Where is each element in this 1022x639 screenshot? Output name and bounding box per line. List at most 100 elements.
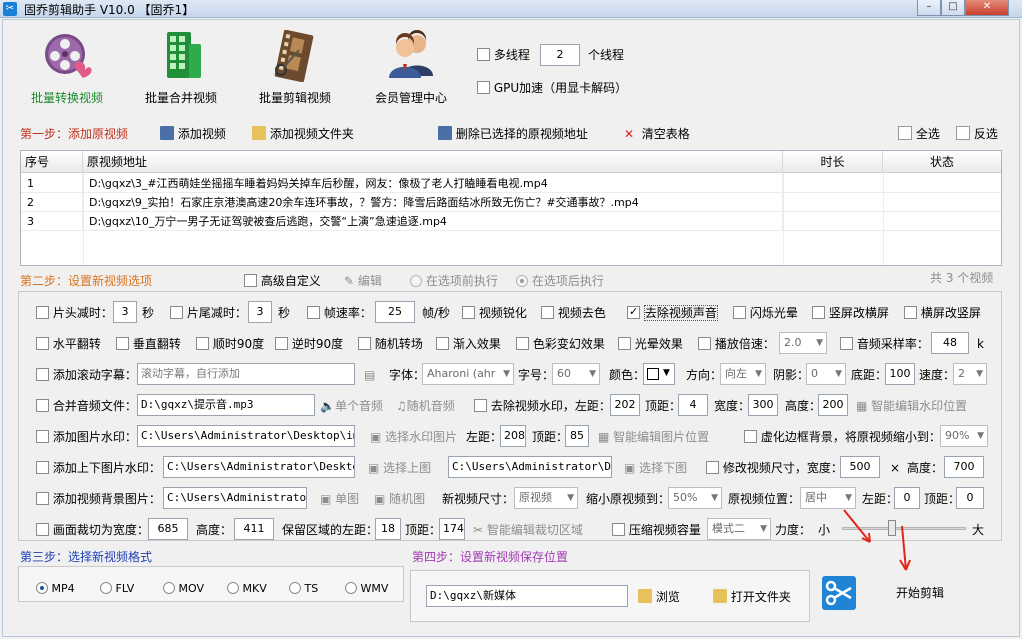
random-trans-checkbox[interactable]	[358, 337, 371, 350]
decolor-option[interactable]: 视频去色	[541, 305, 606, 321]
mute-option[interactable]: 去除视频声音	[627, 304, 718, 321]
resize-width-field[interactable]: 500	[840, 456, 880, 478]
edit-button[interactable]: ✎ 编辑	[344, 273, 382, 289]
sharpen-option[interactable]: 视频锐化	[462, 305, 527, 321]
format-option-ts[interactable]: TS	[289, 581, 318, 597]
ccw90-checkbox[interactable]	[275, 337, 288, 350]
format-option-mov[interactable]: MOV	[163, 581, 204, 597]
color-picker[interactable]: ▼	[643, 363, 675, 385]
wm-width-field[interactable]: 300	[748, 394, 778, 416]
scroll-sub-checkbox[interactable]	[36, 368, 49, 381]
size-select[interactable]: 60 ▼	[552, 363, 600, 385]
updown-wm-checkbox[interactable]	[36, 461, 49, 474]
blur-border-option[interactable]: 虚化边框背景，将原视频缩小到：	[744, 429, 941, 445]
video-table[interactable]: 序号 原视频地址 时长 状态 1 D:\gqxz\3_#江西萌娃坐摇摇车睡着妈妈…	[20, 150, 1002, 266]
color-fx-option[interactable]: 色彩变幻效果	[516, 336, 605, 352]
remove-wm-checkbox[interactable]	[474, 399, 487, 412]
decolor-checkbox[interactable]	[541, 306, 554, 319]
tail-cut-checkbox[interactable]	[170, 306, 183, 319]
cw90-checkbox[interactable]	[196, 337, 209, 350]
before-exec-option[interactable]: 在选项前执行	[410, 273, 498, 289]
resize-option[interactable]: 修改视频尺寸，宽度：	[706, 460, 843, 476]
advanced-checkbox[interactable]	[244, 274, 257, 287]
column-header-duration[interactable]: 时长	[783, 151, 883, 173]
compress-option[interactable]: 压缩视频容量	[612, 522, 701, 538]
img-wm-option[interactable]: 添加图片水印：	[36, 429, 137, 445]
sharpen-checkbox[interactable]	[462, 306, 475, 319]
blur-border-checkbox[interactable]	[744, 430, 757, 443]
delete-selected-button[interactable]: 删除已选择的原视频地址	[438, 126, 588, 142]
gpu-option[interactable]: GPU加速（用显卡解码）	[477, 80, 627, 96]
halo-checkbox[interactable]	[618, 337, 631, 350]
shadow-select[interactable]: 0 ▼	[806, 363, 846, 385]
tail-cut-option[interactable]: 片尾减时：	[170, 305, 247, 321]
resize-height-field[interactable]: 700	[944, 456, 984, 478]
hflip-option[interactable]: 水平翻转	[36, 336, 101, 352]
batch-edit-button[interactable]: 批量剪辑视频	[240, 29, 350, 106]
bg-img-option[interactable]: 添加视频背景图片：	[36, 491, 161, 507]
table-row[interactable]: 3 D:\gqxz\10_万宁一男子无证驾驶被查后逃跑，交警“上演”急速追逐.m…	[21, 212, 1001, 231]
open-folder-button[interactable]: 打开文件夹	[713, 589, 791, 605]
maximize-button[interactable]: □	[941, 0, 965, 16]
wm-top-field[interactable]: 4	[678, 394, 708, 416]
batch-convert-button[interactable]: 批量转换视频	[12, 30, 122, 106]
shrink-select[interactable]: 50% ▼	[668, 487, 722, 509]
merge-audio-option[interactable]: 合并音频文件：	[36, 398, 137, 414]
table-row[interactable]: 2 D:\gqxz\9_实拍！石家庄京港澳高速20余车连环事故，？警方：降雪后路…	[21, 193, 1001, 212]
choose-img-button[interactable]: ▣ 选择水印图片	[370, 429, 457, 445]
h2v-checkbox[interactable]	[904, 306, 917, 319]
samplerate-field[interactable]: 48	[931, 332, 969, 354]
format-option-flv[interactable]: FLV	[100, 581, 134, 597]
speed-checkbox[interactable]	[698, 337, 711, 350]
fadein-option[interactable]: 渐入效果	[436, 336, 501, 352]
up-img-path-field[interactable]: C:\Users\Administrator\Desktop\i	[163, 456, 355, 478]
wm-left-field[interactable]: 202	[610, 394, 640, 416]
crop-width-field[interactable]: 685	[148, 518, 188, 540]
head-cut-option[interactable]: 片头减时：	[36, 305, 113, 321]
table-row[interactable]: 1 D:\gqxz\3_#江西萌娃坐摇摇车睡着妈妈关掉车后秒醒，网友：像极了老人…	[21, 174, 1001, 193]
v2h-option[interactable]: 竖屏改横屏	[812, 305, 889, 321]
before-exec-radio[interactable]	[410, 275, 422, 287]
format-radio[interactable]	[100, 582, 112, 594]
fadein-checkbox[interactable]	[436, 337, 449, 350]
halo-option[interactable]: 光晕效果	[618, 336, 683, 352]
blur-scale-select[interactable]: 90% ▼	[940, 425, 988, 447]
advanced-option[interactable]: 高级自定义	[244, 273, 321, 289]
updown-wm-option[interactable]: 添加上下图片水印：	[36, 460, 161, 476]
bg-img-checkbox[interactable]	[36, 492, 49, 505]
save-path-field[interactable]: D:\gqxz\新媒体	[426, 585, 628, 607]
column-header-status[interactable]: 状态	[883, 151, 1001, 173]
clear-table-button[interactable]: ✕ 清空表格	[624, 126, 690, 142]
column-header-no[interactable]: 序号	[21, 151, 83, 173]
choose-down-button[interactable]: ▣ 选择下图	[624, 460, 687, 476]
multithread-checkbox[interactable]	[477, 48, 490, 61]
img-left-field[interactable]: 208	[500, 425, 526, 447]
framerate-checkbox[interactable]	[307, 306, 320, 319]
add-video-button[interactable]: 添加视频	[160, 126, 226, 142]
audio-path-field[interactable]: D:\gqxz\提示音.mp3	[137, 394, 315, 416]
multithread-option[interactable]: 多线程	[477, 47, 530, 63]
new-size-select[interactable]: 原视频 ▼	[514, 487, 578, 509]
mute-checkbox[interactable]	[627, 304, 640, 320]
vflip-option[interactable]: 垂直翻转	[116, 336, 181, 352]
img-wm-path-field[interactable]: C:\Users\Administrator\Desktop\img-q	[137, 425, 355, 447]
minimize-button[interactable]: –	[917, 0, 941, 16]
after-exec-option[interactable]: 在选项后执行	[516, 273, 604, 289]
cw90-option[interactable]: 顺时90度	[196, 336, 264, 352]
speed-option[interactable]: 播放倍速：	[698, 336, 775, 352]
keep-left-field[interactable]: 18	[375, 518, 401, 540]
smart-wm-button[interactable]: ▦ 智能编辑水印位置	[856, 398, 967, 414]
crop-checkbox[interactable]	[36, 523, 49, 536]
format-radio[interactable]	[163, 582, 175, 594]
format-radio[interactable]	[289, 582, 301, 594]
h2v-option[interactable]: 横屏改竖屏	[904, 305, 981, 321]
wm-height-field[interactable]: 200	[818, 394, 848, 416]
gpu-checkbox[interactable]	[477, 81, 490, 94]
crop-height-field[interactable]: 411	[234, 518, 274, 540]
speed-select[interactable]: 2.0 ▼	[779, 332, 827, 354]
single-audio-button[interactable]: 🔈单个音频	[320, 398, 383, 414]
direction-select[interactable]: 向左 ▼	[720, 363, 766, 385]
single-img-button[interactable]: ▣ 单图	[320, 491, 359, 507]
batch-merge-button[interactable]: 批量合并视频	[126, 30, 236, 106]
thread-count-field[interactable]: 2	[540, 44, 580, 66]
